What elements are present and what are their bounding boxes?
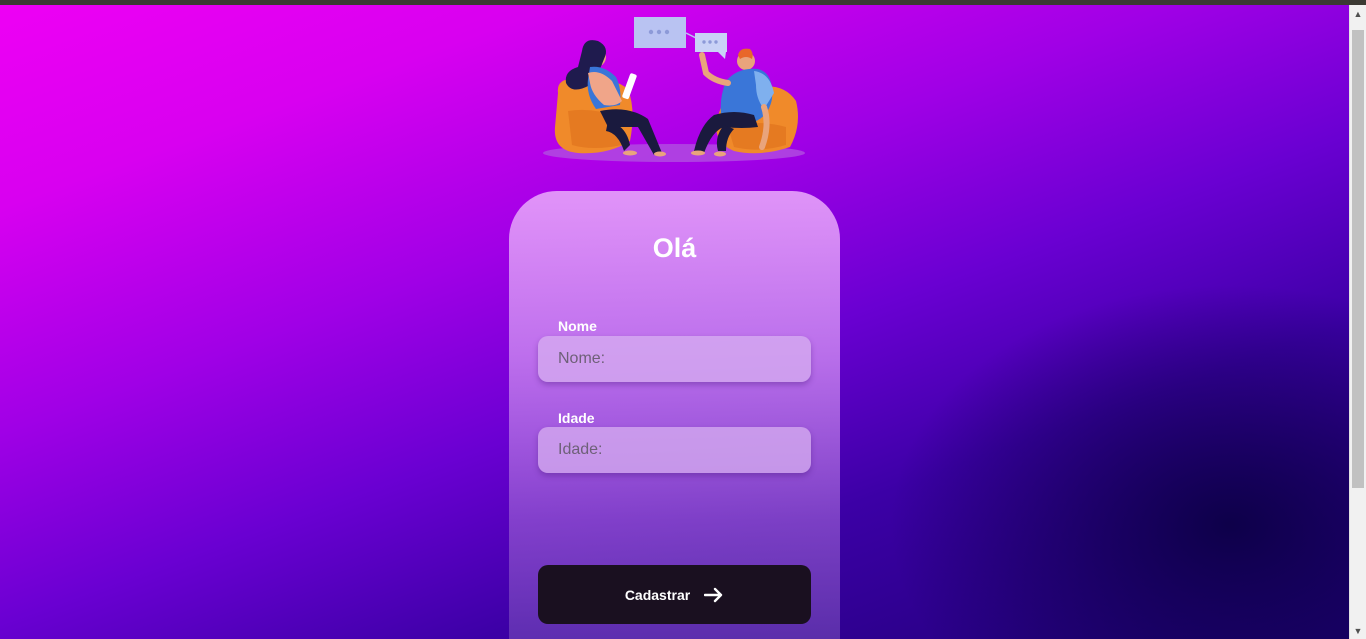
name-input[interactable]	[538, 336, 811, 382]
scroll-up-icon[interactable]: ▲	[1350, 5, 1366, 22]
submit-button[interactable]: Cadastrar	[538, 565, 811, 624]
name-label: Nome	[558, 318, 597, 334]
scroll-down-icon[interactable]: ▼	[1350, 622, 1366, 639]
arrow-right-icon	[704, 587, 724, 603]
card-title: Olá	[652, 233, 697, 263]
submit-label: Cadastrar	[624, 586, 691, 603]
page-background: Olá Nome Idade Cadastrar	[0, 5, 1349, 639]
age-input[interactable]	[538, 427, 811, 473]
scrollbar-thumb[interactable]	[1352, 30, 1364, 488]
vertical-scrollbar[interactable]: ▲ ▼	[1349, 5, 1366, 639]
age-label: Idade	[558, 410, 595, 426]
signup-card: Olá Nome Idade Cadastrar	[509, 191, 840, 639]
conversation-illustration	[543, 17, 805, 162]
